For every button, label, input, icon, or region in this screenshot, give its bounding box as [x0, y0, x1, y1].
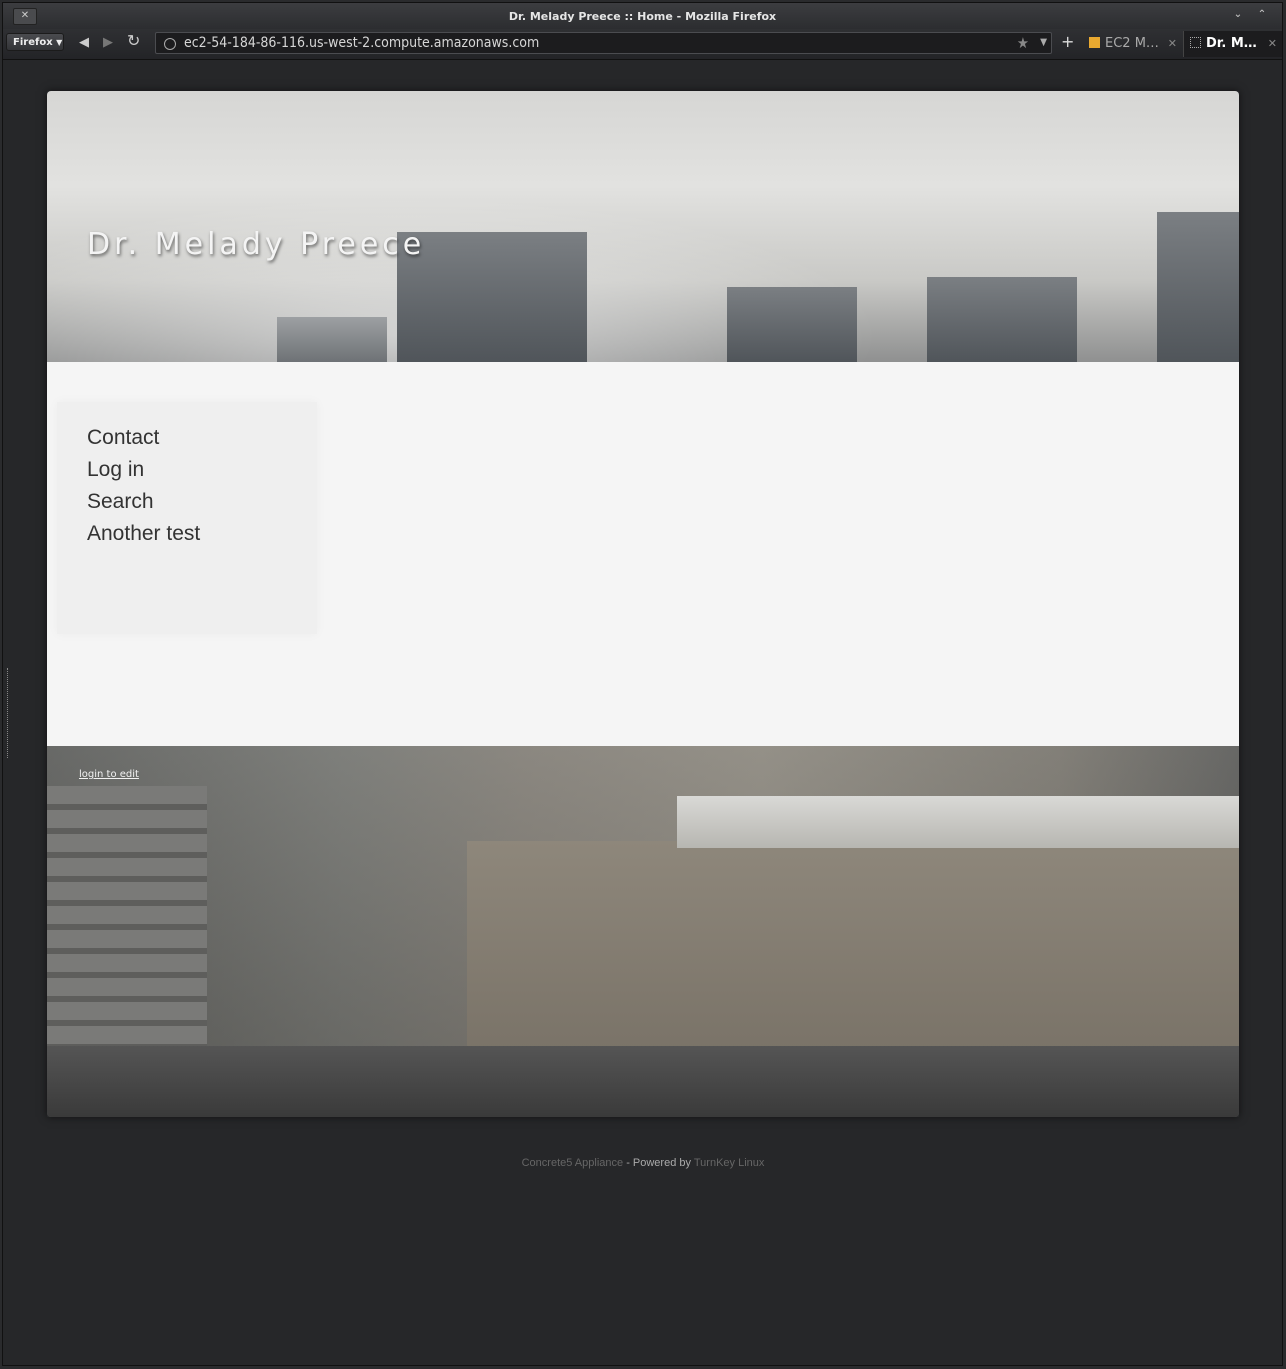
building-image: [727, 287, 857, 362]
street-image: [47, 1046, 1239, 1117]
login-to-edit-link[interactable]: login to edit: [79, 769, 139, 780]
navigation-toolbar: Firefox ▼ ◀ ▶ ↻ ec2-54-184-86-116.us-wes…: [3, 29, 1282, 60]
back-icon[interactable]: ◀: [79, 35, 89, 51]
powered-by-text: - Powered by: [626, 1157, 691, 1169]
nav-link-another-test[interactable]: Another test: [87, 518, 200, 550]
tab-label: Dr. M…: [1206, 36, 1257, 51]
nav-link-log-in[interactable]: Log in: [87, 454, 200, 486]
minimize-icon[interactable]: ⌄: [1230, 8, 1246, 22]
city-block-image: [47, 786, 207, 1046]
forward-icon[interactable]: ▶: [103, 35, 113, 51]
main-content: Contact Log in Search Another test: [47, 362, 1239, 746]
sidebar-nav: Contact Log in Search Another test: [57, 402, 317, 634]
page-container: Dr. Melady Preece Contact Log in Search …: [47, 91, 1239, 1117]
nav-link-contact[interactable]: Contact: [87, 422, 200, 454]
appliance-link[interactable]: Concrete5 Appliance: [522, 1157, 624, 1169]
sidebar-resize-handle[interactable]: [7, 668, 10, 758]
title-bar: ✕ Dr. Melady Preece :: Home - Mozilla Fi…: [3, 3, 1282, 29]
url-bar[interactable]: ec2-54-184-86-116.us-west-2.compute.amaz…: [155, 32, 1052, 54]
maximize-icon[interactable]: ⌃: [1254, 8, 1270, 22]
reload-icon[interactable]: ↻: [127, 33, 140, 49]
nav-link-search[interactable]: Search: [87, 486, 200, 518]
building-image: [1157, 212, 1239, 362]
nav-list: Contact Log in Search Another test: [87, 422, 200, 550]
close-icon[interactable]: ✕: [1168, 31, 1177, 57]
firefox-menu-button[interactable]: Firefox ▼: [6, 33, 64, 51]
vendor-link[interactable]: TurnKey Linux: [694, 1157, 765, 1169]
firefox-menu-label: Firefox: [13, 37, 53, 48]
new-tab-button[interactable]: +: [1061, 34, 1074, 50]
chevron-down-icon: ▼: [56, 38, 63, 47]
header-banner: Dr. Melady Preece: [47, 91, 1239, 362]
building-image: [397, 232, 587, 362]
page-icon: [1190, 37, 1201, 48]
powered-by-footer: Concrete5 Appliance - Powered by TurnKey…: [0, 1157, 1286, 1169]
building-image: [277, 317, 387, 362]
window-close-button[interactable]: ✕: [13, 8, 37, 25]
site-identity-icon[interactable]: [164, 38, 176, 50]
site-title[interactable]: Dr. Melady Preece: [87, 227, 425, 262]
window-title: Dr. Melady Preece :: Home - Mozilla Fire…: [508, 9, 777, 23]
aws-box-icon: [1089, 37, 1100, 48]
tab-label: EC2 M…: [1105, 36, 1159, 51]
url-text: ec2-54-184-86-116.us-west-2.compute.amaz…: [184, 35, 540, 51]
bookmark-star-icon[interactable]: ★: [1017, 33, 1029, 53]
url-dropdown-icon[interactable]: ▼: [1040, 33, 1047, 53]
roof-image: [677, 796, 1239, 848]
tab-ec2[interactable]: EC2 M… ✕: [1083, 31, 1183, 57]
building-image: [927, 277, 1077, 362]
close-icon[interactable]: ✕: [1268, 31, 1277, 57]
footer-banner: login to edit: [47, 746, 1239, 1117]
tab-dr-melady[interactable]: Dr. M… ✕: [1183, 31, 1282, 57]
warehouse-image: [467, 841, 1239, 1051]
